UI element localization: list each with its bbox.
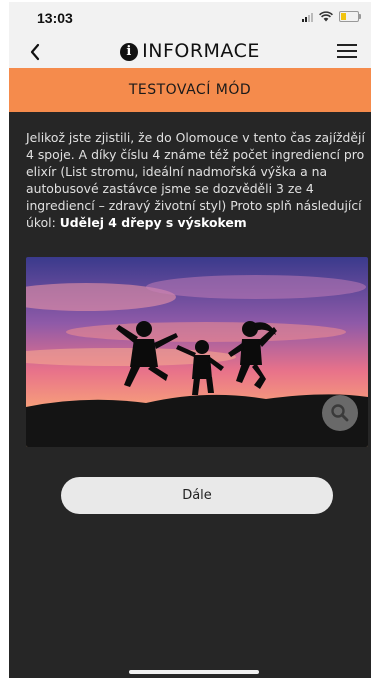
next-button[interactable]: Dále (61, 477, 333, 514)
home-indicator (129, 670, 259, 674)
phone-screen: 13:03 i INFORMACE TESTOVACÍ MÓD Jelikož j… (9, 2, 371, 678)
status-bar: 13:03 (9, 2, 371, 34)
battery-icon (339, 11, 361, 22)
test-mode-banner: TESTOVACÍ MÓD (9, 68, 371, 112)
info-text: Jelikož jste zjistili, že do Olomouce v … (26, 129, 366, 231)
nav-bar: i INFORMACE (9, 34, 371, 68)
task-photo[interactable] (26, 257, 368, 447)
status-icons (302, 11, 361, 22)
status-time: 13:03 (37, 10, 73, 26)
wifi-icon (319, 11, 333, 22)
page-title-wrap: i INFORMACE (9, 40, 371, 62)
hamburger-icon (337, 44, 357, 46)
signal-icon (302, 12, 313, 22)
zoom-button[interactable] (322, 395, 358, 431)
info-icon: i (120, 43, 139, 61)
task-text: Udělej 4 dřepy s výskokem (59, 215, 247, 230)
page-title: INFORMACE (142, 40, 260, 62)
sunset-jump-image (26, 257, 368, 447)
magnifier-icon (331, 404, 349, 422)
menu-button[interactable] (337, 44, 357, 62)
